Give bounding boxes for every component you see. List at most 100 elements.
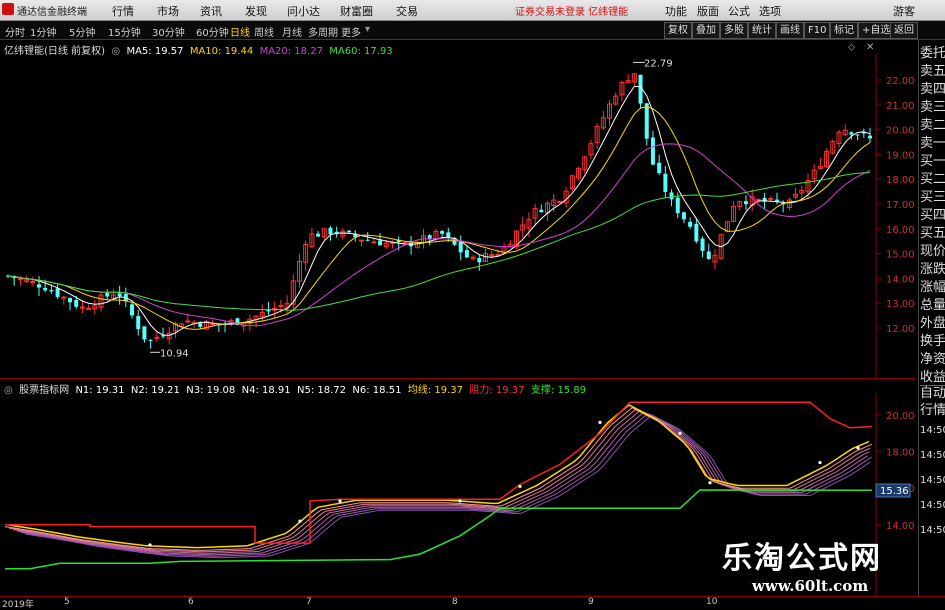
menu-item-options[interactable]: 选项: [759, 3, 781, 19]
quote-side-panel: 委托 卖五 卖四 卖三 卖二 卖一 买一 买二 买三 买四 买五 现价 涨跌 涨…: [918, 40, 945, 609]
close-icon[interactable]: ✕: [866, 42, 874, 53]
period-tab-5min[interactable]: 5分钟: [69, 24, 95, 39]
side-item-quote[interactable]: 行情: [920, 403, 945, 419]
period-tab-more[interactable]: 更多: [341, 24, 361, 39]
period-tab-1min[interactable]: 1分钟: [30, 24, 56, 39]
candle-body-down: [706, 251, 711, 260]
draw-line-button[interactable]: 画线: [776, 22, 804, 39]
ma60-label: MA60: 17.93: [329, 46, 393, 57]
menu-item-layout[interactable]: 版面: [697, 3, 719, 19]
resistance-label: 阻力: 19.37: [469, 385, 525, 396]
expand-icon[interactable]: ⬦: [848, 42, 855, 53]
period-tab-monthly[interactable]: 月线: [282, 24, 302, 39]
stock-title: 亿纬锂能(日线 前复权): [4, 46, 105, 57]
watermark-title: 乐淘公式网: [722, 541, 882, 576]
side-item-volume: 总量: [920, 298, 945, 313]
candle-body-up: [402, 242, 408, 245]
candle-body-down: [868, 135, 872, 139]
settings-icon[interactable]: ◎: [4, 385, 16, 396]
candle-body-down: [663, 173, 668, 192]
menu-item-assistant[interactable]: 问小达: [287, 3, 320, 19]
signal-dot: [818, 460, 822, 465]
menu-item-exchange[interactable]: 市场: [157, 3, 179, 19]
menu-item-wealth[interactable]: 财富圈: [340, 3, 373, 19]
candle-body-down: [700, 238, 705, 251]
side-item-nav: 净资: [920, 352, 945, 367]
f10-button[interactable]: F10: [804, 22, 831, 39]
mark-button[interactable]: 标记: [830, 22, 858, 39]
side-time: 14:50: [920, 525, 945, 536]
candle-body-down: [130, 304, 135, 316]
candle-body-down: [74, 299, 79, 307]
period-tab-intraday[interactable]: 分时: [5, 24, 25, 39]
candle-body-down: [650, 137, 655, 165]
ribbon-line-n2: [8, 408, 871, 553]
side-item-auto[interactable]: 自动: [920, 385, 945, 402]
menu-item-news[interactable]: 资讯: [200, 3, 222, 19]
candle-body-down: [477, 258, 482, 263]
signal-dot: [598, 420, 602, 424]
side-item-change: 涨跌: [920, 262, 945, 277]
ma10-label: MA10: 19.44: [189, 46, 254, 57]
add-favorite-button[interactable]: +自选: [858, 22, 895, 39]
period-tab-30min[interactable]: 30分钟: [152, 24, 185, 39]
candle-body-down: [464, 250, 469, 258]
period-tab-weekly[interactable]: 周线: [254, 24, 274, 39]
indicator-title: 股票指标网: [19, 385, 70, 396]
price-tick-label: 17.00: [886, 200, 915, 211]
time-tick: 5: [64, 597, 70, 607]
settings-icon[interactable]: ◎: [108, 46, 123, 57]
candle-body-down: [43, 287, 48, 291]
side-item-ask4: 卖四: [920, 82, 945, 97]
period-tab-daily[interactable]: 日线: [230, 24, 250, 39]
price-tick-label: 15.00: [886, 250, 915, 261]
statistics-button[interactable]: 统计: [748, 22, 776, 39]
multi-stock-button[interactable]: 多股: [720, 22, 748, 39]
n6-label: N6: 18.51: [352, 385, 402, 396]
time-tick: 9: [588, 597, 594, 607]
ma20-line: [7, 143, 871, 327]
period-tab-60min[interactable]: 60分钟: [196, 24, 229, 39]
time-tick: 6: [188, 597, 194, 607]
candle-body-down: [49, 290, 54, 292]
signal-dot: [678, 431, 682, 435]
time-tick: 7: [306, 597, 312, 607]
signal-dot: [338, 499, 342, 503]
price-tick-label: 14.00: [886, 274, 915, 285]
candle-body-up: [154, 336, 160, 339]
candle-body-down: [55, 288, 60, 297]
candle-body-up: [358, 239, 364, 242]
adjust-button[interactable]: 复权: [664, 22, 692, 39]
candlestick-chart: 22.00 21.00 20.00 19.00 18.00 17.00 16.00 15.00…: [6, 54, 915, 378]
overlay-button[interactable]: 叠加: [692, 22, 720, 39]
ma5-line: [7, 85, 871, 336]
candle-body-down: [446, 232, 451, 238]
candle-body-up: [278, 304, 284, 307]
candlestick-panel[interactable]: 22.00 21.00 20.00 19.00 18.00 17.00 16.00 15.00…: [0, 40, 915, 378]
back-button[interactable]: 返回: [890, 22, 918, 39]
side-time: 14:50: [920, 500, 945, 511]
candle-body-down: [539, 209, 544, 213]
menu-item-discover[interactable]: 发现: [245, 3, 267, 19]
candle-body-up: [30, 280, 36, 283]
side-item-order[interactable]: 委托: [920, 46, 945, 62]
n5-label: N5: 18.72: [297, 385, 347, 396]
period-tab-multi[interactable]: 多周期: [308, 24, 338, 39]
menu-item-guest[interactable]: 游客: [893, 3, 915, 19]
menu-item-market[interactable]: 行情: [112, 3, 134, 19]
chevron-down-icon[interactable]: ▾: [365, 24, 370, 35]
menu-item-formula[interactable]: 公式: [728, 3, 750, 19]
side-item-turnover: 换手: [920, 334, 945, 349]
menu-item-trade[interactable]: 交易: [396, 3, 418, 19]
candle-body-down: [681, 212, 686, 220]
login-notice: 证券交易未登录 亿纬锂能: [515, 7, 629, 18]
side-item-eps: 收益: [920, 370, 945, 385]
period-tab-15min[interactable]: 15分钟: [108, 24, 141, 39]
candle-body-down: [365, 239, 370, 241]
menu-bar: 通达信金融终端 行情 市场 资讯 发现 问小达 财富圈 交易 证券交易未登录 亿…: [0, 0, 945, 21]
side-item-bid5: 买五: [920, 226, 945, 241]
signal-dot: [856, 446, 860, 450]
candle-body-down: [316, 233, 321, 237]
menu-item-function[interactable]: 功能: [665, 3, 687, 19]
candle-body-down: [198, 323, 203, 327]
